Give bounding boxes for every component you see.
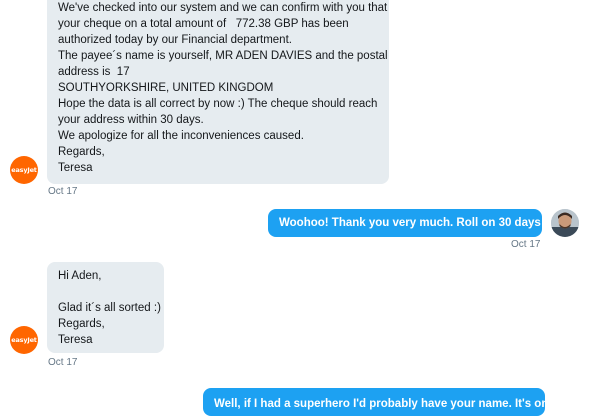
- message-line: Hi Aden,: [58, 270, 102, 282]
- message-line: We apologize for all the inconveniences …: [58, 130, 304, 142]
- message-timestamp: Oct 17: [511, 239, 541, 250]
- message-line: your cheque on a total amount of 772.38 …: [58, 18, 349, 30]
- easyjet-logo-text: easyJet: [11, 336, 37, 344]
- easyjet-logo-text: easyJet: [11, 166, 37, 174]
- message-line: [58, 284, 153, 300]
- message-line: We've checked into our system and we can…: [58, 2, 388, 14]
- user-avatar[interactable]: [551, 209, 579, 237]
- message-bubble-outgoing: Well, if I had a superhero I'd probably …: [203, 388, 545, 416]
- message-line: The payee´s name is yourself, MR ADEN DA…: [58, 50, 388, 62]
- message-line: SOUTHYORKSHIRE, UNITED KINGDOM: [58, 82, 274, 94]
- user-avatar-icon: [551, 209, 579, 237]
- message-line: your address within 30 days.: [58, 114, 204, 126]
- message-line: Teresa: [58, 162, 93, 174]
- message-bubble-outgoing: Woohoo! Thank you very much. Roll on 30 …: [268, 209, 571, 237]
- message-text: Woohoo! Thank you very much. Roll on 30 …: [279, 217, 571, 229]
- message-timestamp: Oct 17: [48, 357, 78, 368]
- message-line: Regards,: [58, 146, 105, 158]
- easyjet-avatar[interactable]: easyJet: [10, 326, 38, 354]
- easyjet-avatar[interactable]: easyJet: [10, 156, 38, 184]
- message-bubble-incoming: Hi Aden, Glad it´s all sorted :) Regards…: [47, 262, 164, 353]
- message-line: Regards,: [58, 318, 105, 330]
- message-bubble-incoming: We've checked into our system and we can…: [47, 0, 389, 184]
- message-timestamp: Oct 17: [48, 186, 78, 197]
- message-line: Glad it´s all sorted :): [58, 302, 161, 314]
- message-line: address is 17: [58, 66, 130, 78]
- message-line: Hope the data is all correct by now :) T…: [58, 98, 378, 110]
- message-line: authorized today by our Financial depart…: [58, 34, 292, 46]
- message-line: Teresa: [58, 334, 93, 346]
